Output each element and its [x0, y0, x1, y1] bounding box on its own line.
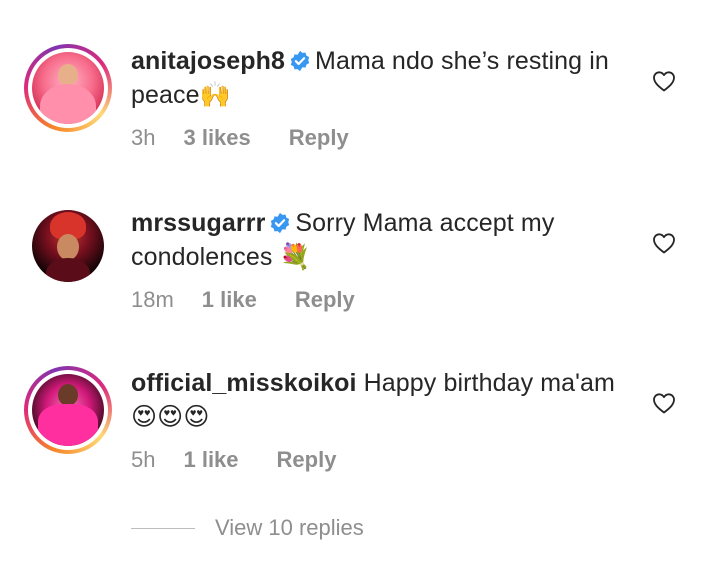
- heart-outline-icon[interactable]: [652, 392, 676, 414]
- avatar-photo: [32, 210, 104, 282]
- comment-likes[interactable]: 3 likes: [183, 125, 250, 151]
- avatar[interactable]: [32, 210, 104, 282]
- reply-button[interactable]: Reply: [295, 287, 355, 313]
- comment-meta: 5h 1 like Reply: [131, 447, 336, 473]
- avatar[interactable]: [24, 44, 112, 132]
- view-replies-label: View 10 replies: [215, 515, 364, 540]
- avatar-figure: [46, 258, 90, 282]
- comment-text-block: mrssugarrr Sorry Mama accept my condolenc…: [131, 206, 631, 274]
- avatar-figure: [57, 234, 79, 260]
- view-replies-button[interactable]: View 10 replies: [131, 515, 364, 541]
- comment-timestamp: 3h: [131, 125, 156, 150]
- comment-likes[interactable]: 1 like: [183, 447, 238, 473]
- comment-text-block: anitajoseph8 Mama ndo she’s resting in pe…: [131, 44, 631, 112]
- comment-meta: 3h 3 likes Reply: [131, 125, 349, 151]
- avatar-photo: [32, 52, 104, 124]
- comment-text-block: official_misskoikoi Happy birthday ma'am…: [131, 366, 631, 434]
- comment-timestamp: 18m: [131, 287, 174, 312]
- verified-badge-icon: [290, 50, 310, 72]
- reply-button[interactable]: Reply: [289, 125, 349, 151]
- verified-badge-icon: [271, 212, 290, 234]
- avatar-photo: [32, 374, 104, 446]
- comment-meta: 18m 1 like Reply: [131, 287, 355, 313]
- comment-username[interactable]: mrssugarrr: [131, 209, 265, 237]
- reply-button[interactable]: Reply: [277, 447, 337, 473]
- avatar-figure: [40, 84, 96, 124]
- comment-username[interactable]: anitajoseph8: [131, 47, 285, 75]
- comment-username[interactable]: official_misskoikoi: [131, 369, 357, 397]
- heart-outline-icon[interactable]: [652, 70, 676, 92]
- avatar[interactable]: [24, 366, 112, 454]
- avatar-figure: [38, 404, 98, 446]
- avatar-figure: [58, 384, 78, 406]
- avatar-figure: [58, 64, 78, 86]
- replies-divider-line: [131, 527, 195, 529]
- comment-likes[interactable]: 1 like: [202, 287, 257, 313]
- heart-outline-icon[interactable]: [652, 232, 676, 254]
- comment-timestamp: 5h: [131, 447, 156, 472]
